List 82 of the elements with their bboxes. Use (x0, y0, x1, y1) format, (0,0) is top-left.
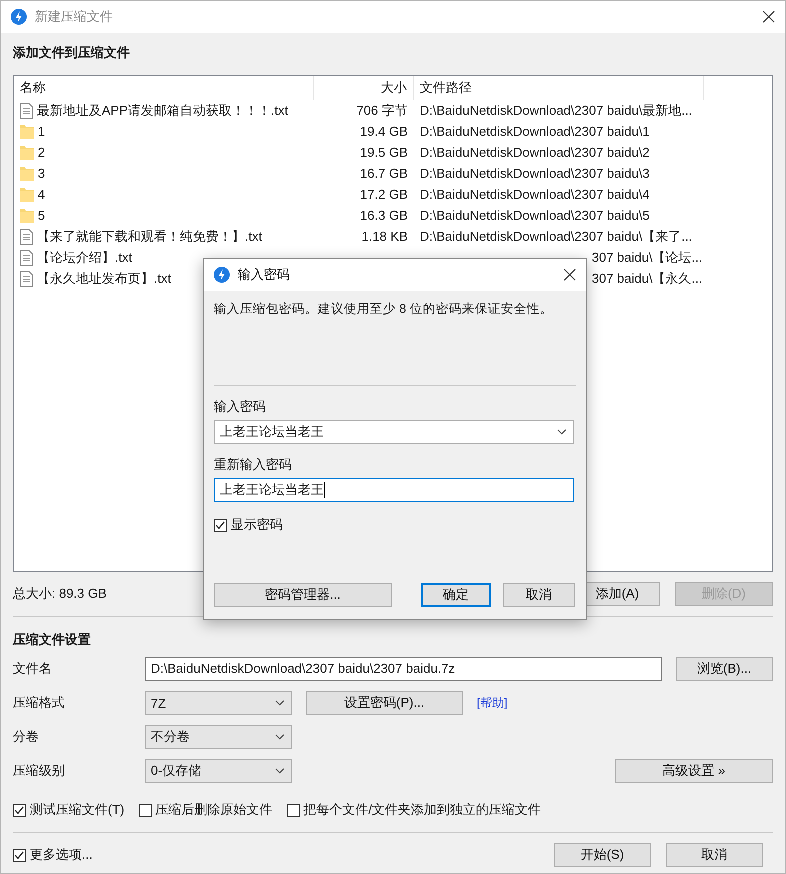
field-label: 文件名 (13, 660, 53, 678)
chevron-down-icon (557, 429, 567, 435)
file-icon (20, 228, 33, 244)
file-size: 19.5 GB (359, 144, 409, 162)
file-name[interactable]: 5 (38, 208, 46, 223)
file-size: 16.3 GB (359, 207, 409, 225)
ok-button[interactable]: 确定 (421, 583, 491, 607)
confirm-password-field[interactable]: 上老王论坛当老王 (214, 478, 574, 502)
file-path: D:\BaiduNetdiskDownload\2307 baidu\1 (420, 124, 650, 139)
section-heading: 添加文件到压缩文件 (13, 44, 131, 62)
checkbox[interactable] (214, 518, 227, 532)
window-title: 新建压缩文件 (35, 8, 113, 26)
level-select[interactable]: 0-仅存储 (145, 759, 292, 783)
file-name[interactable]: 【来了就能下载和观看！纯免费！】.txt (37, 228, 262, 246)
dialog-message: 输入压缩包密码。建议使用至少 8 位的密码来保证安全性。 (214, 301, 554, 318)
field-label: 输入密码 (214, 398, 267, 416)
option-label[interactable]: 显示密码 (231, 516, 283, 534)
file-path: D:\BaiduNetdiskDownload\2307 baidu\【来了... (420, 229, 692, 244)
file-path: D:\BaiduNetdiskDownload\2307 baidu\4 (420, 187, 650, 202)
file-path: 307 baidu\【论坛... (592, 250, 703, 265)
close-icon[interactable] (763, 11, 775, 23)
file-icon (20, 270, 33, 286)
filename-field[interactable]: D:\BaiduNetdiskDownload\2307 baidu\2307 baidu.7z (145, 657, 662, 681)
password-manager-button[interactable]: 密码管理器... (214, 583, 392, 607)
folder-icon (20, 124, 34, 140)
option-label[interactable]: 测试压缩文件(T) (30, 801, 125, 819)
browse-button[interactable]: 浏览(B)... (676, 657, 773, 681)
start-button[interactable]: 开始(S) (554, 843, 651, 867)
chevron-down-icon (275, 700, 285, 706)
checkbox[interactable] (138, 804, 152, 816)
dialog-title: 输入密码 (238, 266, 290, 284)
app-logo-icon (214, 267, 230, 283)
file-path: D:\BaiduNetdiskDownload\2307 baidu\最新地... (420, 103, 692, 118)
option-label[interactable]: 更多选项... (30, 846, 93, 864)
field-label: 分卷 (13, 728, 40, 746)
field-label: 重新输入密码 (214, 456, 293, 474)
cancel-button[interactable]: 取消 (666, 843, 763, 867)
total-size: 总大小: 89.3 GB (13, 585, 107, 603)
password-field[interactable]: 上老王论坛当老王 (214, 420, 574, 444)
file-path: D:\BaiduNetdiskDownload\2307 baidu\5 (420, 208, 650, 223)
folder-icon (20, 186, 34, 202)
file-size: 19.4 GB (359, 123, 409, 141)
split-select[interactable]: 不分卷 (145, 725, 292, 749)
checkbox[interactable] (286, 804, 300, 816)
file-name[interactable]: 【论坛介绍】.txt (37, 248, 132, 266)
option-label[interactable]: 把每个文件/文件夹添加到独立的压缩文件 (304, 801, 542, 819)
help-link[interactable]: [帮助] (477, 694, 508, 712)
set-password-button[interactable]: 设置密码(P)... (306, 691, 463, 715)
file-size: 17.2 GB (359, 186, 409, 204)
section-heading: 压缩文件设置 (13, 631, 92, 649)
file-path: 307 baidu\【永久... (592, 271, 703, 286)
file-name[interactable]: 2 (38, 145, 46, 160)
file-name[interactable]: 3 (38, 166, 46, 181)
file-icon (20, 102, 33, 118)
file-name[interactable]: 1 (38, 124, 46, 139)
field-label: 压缩格式 (13, 694, 66, 712)
column-header[interactable]: 文件路径 (414, 76, 704, 100)
file-name[interactable]: 4 (38, 187, 46, 202)
checkbox[interactable] (13, 848, 26, 862)
folder-icon (20, 166, 34, 182)
cancel-button[interactable]: 取消 (503, 583, 575, 607)
file-path: D:\BaiduNetdiskDownload\2307 baidu\2 (420, 145, 650, 160)
file-name[interactable]: 最新地址及APP请发邮箱自动获取！！！.txt (37, 102, 288, 120)
folder-icon (20, 208, 34, 224)
file-name[interactable]: 【永久地址发布页】.txt (37, 270, 172, 288)
option-label[interactable]: 压缩后删除原始文件 (156, 801, 273, 819)
close-icon[interactable] (564, 269, 576, 281)
chevron-down-icon (275, 768, 285, 774)
file-icon (20, 250, 33, 266)
column-header[interactable]: 大小 (314, 76, 414, 100)
format-select[interactable]: 7Z (145, 691, 292, 715)
file-size: 706 字节 (356, 102, 409, 120)
field-label: 压缩级别 (13, 762, 66, 780)
column-header[interactable]: 名称 (14, 76, 314, 100)
file-size: 1.18 KB (360, 228, 409, 246)
app-logo-icon (11, 9, 27, 25)
checkbox[interactable] (13, 804, 26, 816)
chevron-down-icon (275, 734, 285, 740)
file-path: D:\BaiduNetdiskDownload\2307 baidu\3 (420, 166, 650, 181)
folder-icon (20, 144, 34, 160)
advanced-button[interactable]: 高级设置 » (615, 759, 773, 783)
file-size: 16.7 GB (359, 165, 409, 183)
